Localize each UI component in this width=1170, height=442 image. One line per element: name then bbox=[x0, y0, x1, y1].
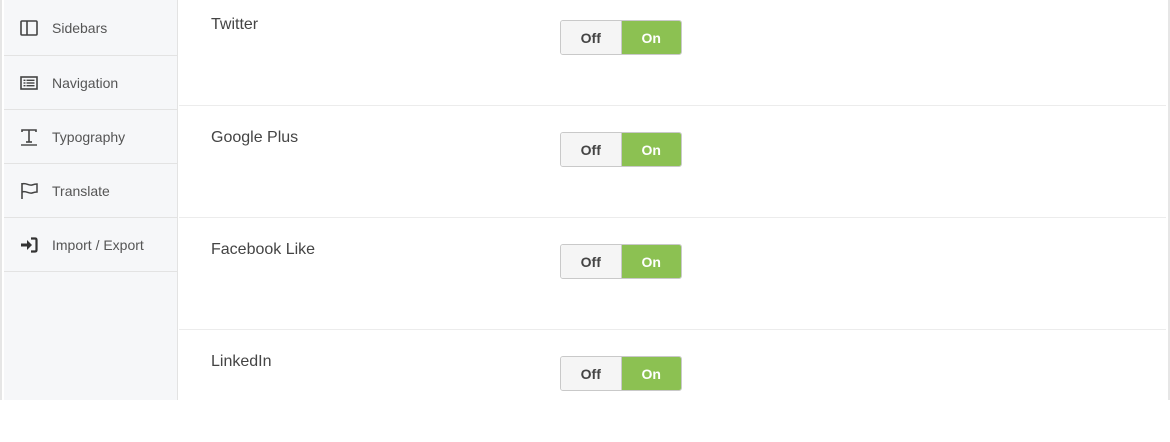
toggle-off-option[interactable]: Off bbox=[561, 21, 622, 54]
sidebar-item-sidebars[interactable]: Sidebars bbox=[4, 0, 177, 56]
google-plus-toggle[interactable]: Off On bbox=[560, 132, 682, 167]
list-icon bbox=[19, 73, 39, 93]
settings-content: Twitter Off On Google Plus Off On Facebo… bbox=[179, 0, 1166, 400]
sign-in-icon bbox=[19, 235, 39, 255]
toggle-on-option[interactable]: On bbox=[621, 21, 681, 54]
setting-row-google-plus: Google Plus Off On bbox=[179, 106, 1166, 218]
facebook-like-toggle[interactable]: Off On bbox=[560, 244, 682, 279]
toggle-off-option[interactable]: Off bbox=[561, 357, 622, 390]
setting-label: Google Plus bbox=[211, 129, 299, 146]
toggle-on-option[interactable]: On bbox=[621, 133, 681, 166]
settings-panel: Sidebars Navigation Typography Translate… bbox=[0, 0, 1170, 400]
setting-row-twitter: Twitter Off On bbox=[179, 0, 1166, 106]
toggle-on-option[interactable]: On bbox=[621, 357, 681, 390]
twitter-toggle[interactable]: Off On bbox=[560, 20, 682, 55]
flag-icon bbox=[19, 181, 39, 201]
sidebar: Sidebars Navigation Typography Translate… bbox=[4, 0, 178, 400]
sidebar-item-label: Sidebars bbox=[52, 19, 108, 36]
sidebar-item-label: Navigation bbox=[52, 74, 119, 91]
sidebar-item-label: Typography bbox=[52, 128, 126, 145]
setting-row-linkedin: LinkedIn Off On bbox=[179, 330, 1166, 442]
linkedin-toggle[interactable]: Off On bbox=[560, 356, 682, 391]
text-icon bbox=[19, 127, 39, 147]
sidebar-item-typography[interactable]: Typography bbox=[4, 110, 177, 164]
sidebar-item-translate[interactable]: Translate bbox=[4, 164, 177, 218]
setting-label: Twitter bbox=[211, 16, 259, 33]
sidebar-item-label: Translate bbox=[52, 182, 110, 199]
sidebar-item-label: Import / Export bbox=[52, 236, 144, 253]
toggle-off-option[interactable]: Off bbox=[561, 245, 622, 278]
setting-label: LinkedIn bbox=[211, 353, 272, 370]
sidebar-item-navigation[interactable]: Navigation bbox=[4, 56, 177, 110]
sidebar-item-import-export[interactable]: Import / Export bbox=[4, 218, 177, 272]
setting-label: Facebook Like bbox=[211, 241, 316, 258]
toggle-off-option[interactable]: Off bbox=[561, 133, 622, 166]
sidebar-columns-icon bbox=[19, 18, 39, 38]
toggle-on-option[interactable]: On bbox=[621, 245, 681, 278]
setting-row-facebook-like: Facebook Like Off On bbox=[179, 218, 1166, 330]
